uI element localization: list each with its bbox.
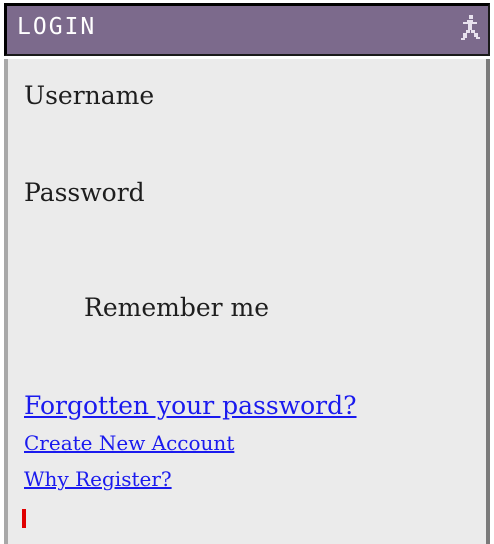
username-label: Username: [24, 81, 155, 110]
login-form: Username Password Remember me Forgotten …: [4, 59, 490, 544]
titlebar-background: LOGIN: [4, 3, 490, 56]
create-account-link[interactable]: Create New Account: [24, 433, 234, 453]
forgot-password-link[interactable]: Forgotten your password?: [24, 393, 357, 418]
login-panel: LOGIN Username Password Remember me Forg…: [0, 0, 494, 544]
remember-me-label: Remember me: [84, 293, 270, 322]
why-register-link[interactable]: Why Register?: [24, 469, 172, 489]
password-label: Password: [24, 178, 145, 207]
text-cursor: [22, 509, 26, 528]
login-titlebar: LOGIN: [0, 0, 494, 59]
login-title: LOGIN: [17, 14, 97, 40]
runner-icon: [461, 15, 480, 40]
